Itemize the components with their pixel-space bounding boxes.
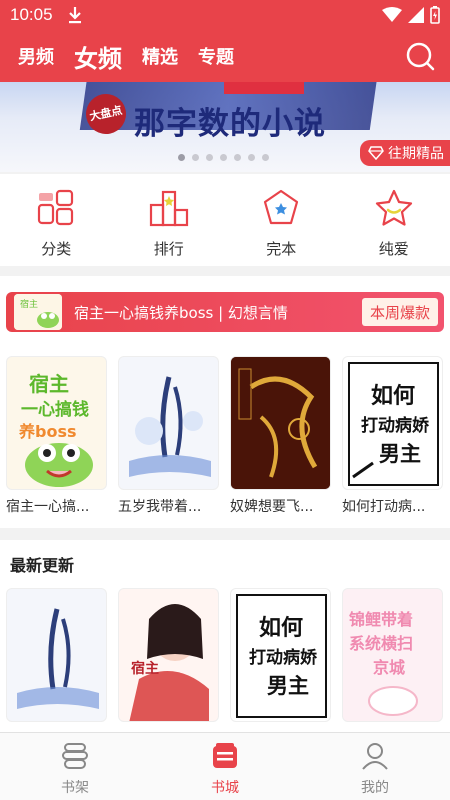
category-item-pure-love[interactable]: 纯爱 [338, 174, 450, 266]
category-label: 纯爱 [378, 240, 409, 258]
banner-graphic-accent [224, 82, 304, 94]
svg-text:男主: 男主 [379, 442, 421, 466]
category-icon [38, 189, 74, 226]
carousel-dot [178, 154, 185, 161]
signal-icon [408, 7, 424, 23]
category-item-completed[interactable]: 完本 [225, 174, 338, 266]
book-cover: 锦鲤带着 系统横扫 京城 [342, 588, 443, 722]
hot-book-thumbnail: 宿主 [14, 294, 62, 330]
svg-text:如何: 如何 [259, 615, 303, 641]
category-label: 分类 [41, 240, 72, 258]
book-card[interactable]: 如何 打动病娇 男主 [230, 588, 331, 722]
carousel-dot [234, 154, 241, 161]
nav-label: 书架 [61, 780, 89, 796]
section-title: 最新更新 [10, 556, 75, 575]
bookstore-icon [213, 743, 237, 768]
svg-text:系统横扫: 系统横扫 [349, 634, 413, 653]
latest-book-list: 宿主 如何 打动病娇 男主 锦鲤带着 系统横扫 京城 [6, 588, 443, 722]
svg-text:打动病娇: 打动病娇 [249, 647, 318, 668]
book-card[interactable] [6, 588, 107, 722]
frog-icon: 宿主 [14, 294, 62, 330]
category-shortcuts: 分类 排行 完本 纯爱 [0, 174, 450, 266]
book-card[interactable]: 宿主 一心搞钱 养boss 宿主一心搞... [6, 356, 107, 516]
tab-female[interactable]: 女频 [74, 39, 122, 74]
top-tab-bar: 男频 女频 精选 专题 [0, 30, 450, 82]
search-icon[interactable] [404, 41, 436, 73]
tab-topics[interactable]: 专题 [198, 43, 234, 69]
bottom-navigation: 书架 书城 我的 [0, 732, 450, 800]
book-cover: 如何 打动病娇 男主 [230, 588, 331, 722]
book-cover: 如何 打动病娇 男主 [342, 356, 443, 490]
book-card[interactable]: 奴婢想要飞... [230, 356, 331, 516]
book-cover: 宿主 [118, 588, 219, 722]
svg-text:京城: 京城 [373, 658, 405, 677]
svg-text:一心搞钱: 一心搞钱 [21, 399, 89, 420]
svg-text:男主: 男主 [267, 674, 309, 698]
book-title: 五岁我带着... [118, 499, 202, 515]
weekly-hot-tag: 本周爆款 [361, 298, 438, 326]
profile-icon [362, 743, 388, 770]
nav-label: 我的 [361, 780, 389, 796]
svg-text:养boss: 养boss [18, 422, 77, 441]
book-title: 奴婢想要飞... [230, 499, 314, 515]
nav-label: 书城 [211, 780, 239, 796]
ranking-icon [149, 190, 188, 227]
book-cover [118, 356, 219, 490]
weekly-hot-section: 宿主 宿主一心搞钱养boss | 幻想言情 本周爆款 宿主 一心搞钱 养boss [0, 276, 450, 528]
category-label: 排行 [153, 240, 184, 258]
svg-text:打动病娇: 打动病娇 [361, 415, 430, 436]
bookshelf-icon [62, 743, 88, 769]
completed-icon [264, 189, 299, 225]
book-card[interactable]: 锦鲤带着 系统横扫 京城 [342, 588, 443, 722]
hot-book-list: 宿主 一心搞钱 养boss 宿主一心搞... 五岁我带着... 奴婢想要飞...… [6, 356, 443, 516]
svg-text:宿主: 宿主 [131, 660, 159, 677]
diamond-icon [368, 146, 384, 160]
carousel-indicator [178, 154, 269, 161]
svg-text:宿主: 宿主 [20, 298, 38, 310]
nav-bookstore[interactable]: 书城 [150, 733, 300, 800]
nav-bookshelf[interactable]: 书架 [0, 733, 150, 800]
weekly-hot-banner[interactable]: 宿主 宿主一心搞钱养boss | 幻想言情 本周爆款 [6, 292, 444, 332]
hot-book-title: 宿主一心搞钱养boss | 幻想言情 [74, 303, 288, 322]
carousel-dot [220, 154, 227, 161]
battery-icon [430, 6, 440, 24]
past-picks-button[interactable]: 往期精品 [360, 140, 450, 166]
book-card[interactable]: 宿主 [118, 588, 219, 722]
carousel-dot [192, 154, 199, 161]
carousel-dot [206, 154, 213, 161]
tab-male[interactable]: 男频 [18, 43, 54, 69]
book-title: 如何打动病... [342, 499, 426, 515]
book-cover [6, 588, 107, 722]
svg-text:如何: 如何 [371, 383, 415, 409]
nav-profile[interactable]: 我的 [300, 733, 450, 800]
book-title: 宿主一心搞... [6, 499, 90, 515]
wifi-icon [382, 7, 402, 22]
past-picks-label: 往期精品 [388, 146, 444, 162]
latest-updates-section: 最新更新 宿主 如何 打动病娇 男主 锦鲤带着 系统横扫 京城 [0, 540, 450, 732]
carousel-dot [248, 154, 255, 161]
book-cover: 宿主 一心搞钱 养boss [6, 356, 107, 490]
star-icon [375, 189, 412, 226]
download-icon [68, 7, 81, 24]
book-card[interactable]: 如何 打动病娇 男主 如何打动病... [342, 356, 443, 516]
category-item-ranking[interactable]: 排行 [113, 174, 226, 266]
tab-featured[interactable]: 精选 [142, 43, 178, 69]
carousel-dot [262, 154, 269, 161]
svg-text:宿主: 宿主 [29, 372, 69, 396]
status-time: 10:05 [10, 5, 53, 24]
banner-headline: 那字数的小说 [134, 106, 326, 142]
category-item-classify[interactable]: 分类 [0, 174, 113, 266]
promo-banner[interactable]: 大盘点 那字数的小说 往期精品 [0, 82, 450, 172]
book-card[interactable]: 五岁我带着... [118, 356, 219, 516]
book-cover [230, 356, 331, 490]
status-bar: 10:05 [0, 0, 450, 30]
category-label: 完本 [266, 240, 297, 258]
svg-text:锦鲤带着: 锦鲤带着 [349, 610, 413, 629]
